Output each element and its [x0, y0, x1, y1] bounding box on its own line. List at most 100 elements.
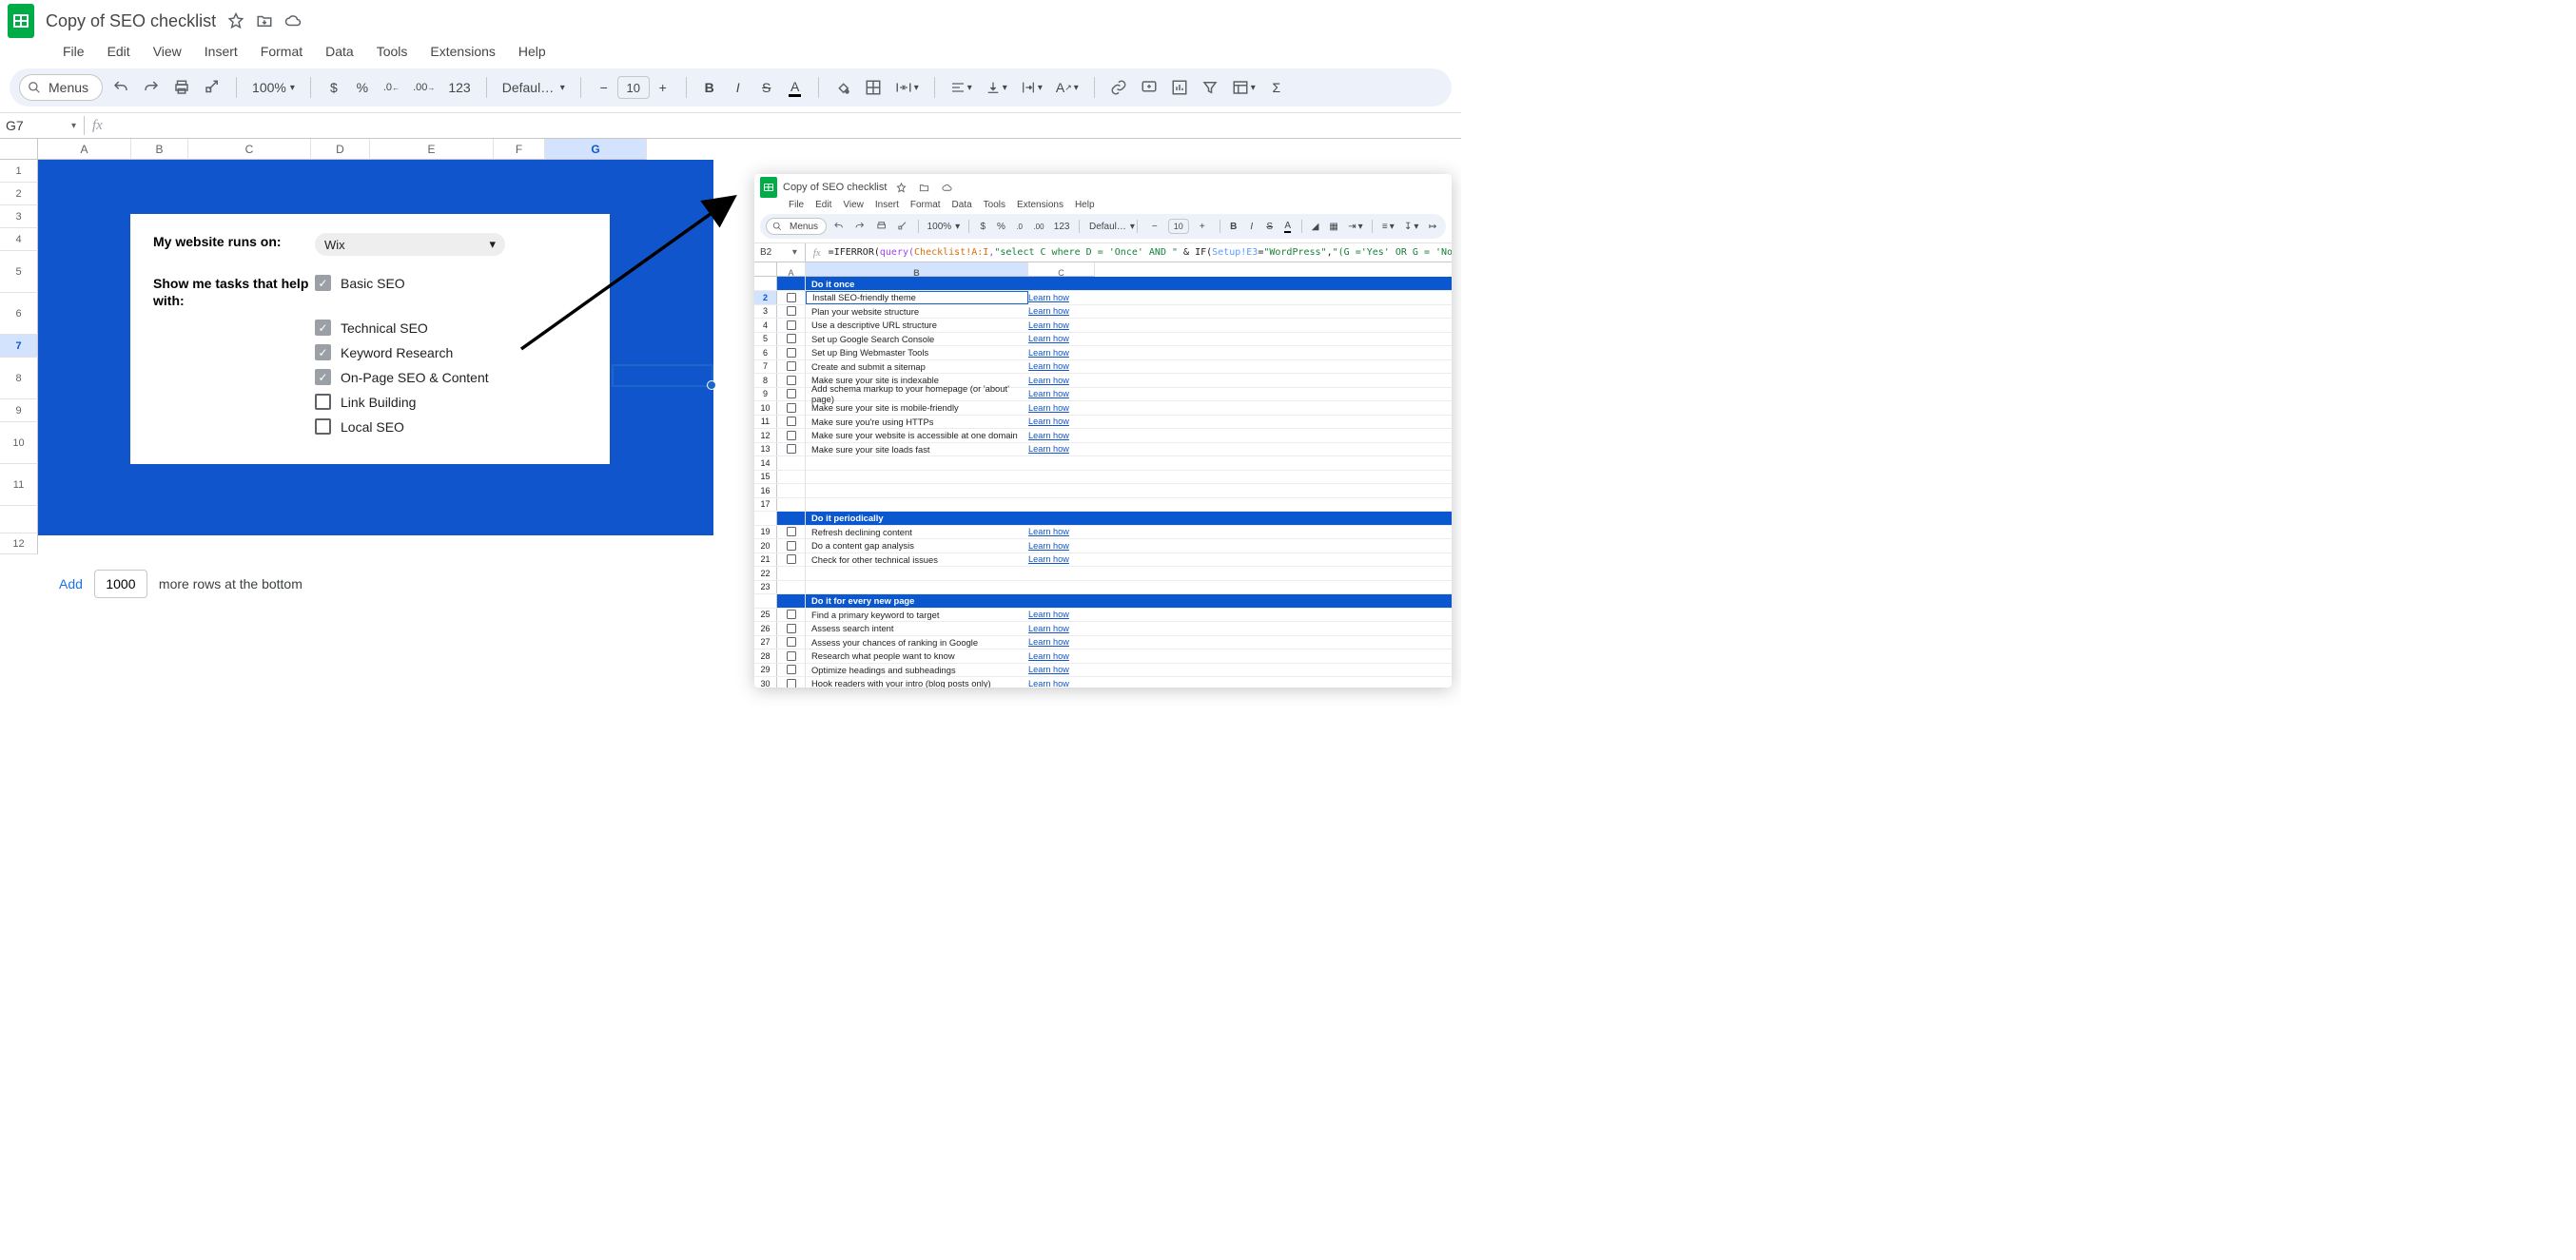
menu-help[interactable]: Help: [509, 38, 556, 65]
table-row: 16: [754, 484, 1452, 498]
col-header-D[interactable]: D: [311, 139, 370, 160]
row-header[interactable]: 1: [0, 160, 38, 183]
menu-data[interactable]: Data: [316, 38, 363, 65]
row-header[interactable]: 5: [0, 251, 38, 293]
menu-format[interactable]: Format: [251, 38, 312, 65]
increase-decimal-icon[interactable]: .00→: [409, 74, 439, 101]
strikethrough-icon[interactable]: S: [755, 74, 778, 101]
col-header-A[interactable]: A: [38, 139, 131, 160]
menus-search[interactable]: Menus: [19, 74, 103, 101]
menu-help: Help: [1069, 198, 1101, 212]
menu-extensions[interactable]: Extensions: [420, 38, 504, 65]
functions-icon[interactable]: Σ: [1265, 74, 1288, 101]
checkbox[interactable]: [315, 344, 331, 360]
filter-icon[interactable]: [1198, 74, 1222, 101]
row-header[interactable]: 8: [0, 358, 38, 399]
add-rows-count[interactable]: [94, 570, 147, 598]
learn-how-link: Learn how: [1028, 417, 1069, 426]
checkbox[interactable]: [315, 275, 331, 291]
menu-format: Format: [905, 198, 946, 212]
doc-title[interactable]: Copy of SEO checklist: [46, 11, 216, 31]
learn-how-link: Learn how: [1028, 651, 1069, 661]
menu-view[interactable]: View: [144, 38, 191, 65]
sheets-logo[interactable]: [8, 4, 34, 38]
italic-icon[interactable]: I: [727, 74, 750, 101]
fill-color-icon: ◢: [1308, 217, 1323, 236]
text-color-icon[interactable]: A: [784, 74, 807, 101]
table-row: 17: [754, 498, 1452, 513]
col-header-E[interactable]: E: [370, 139, 494, 160]
table-row: 15: [754, 471, 1452, 485]
zoom-dropdown: 100%▾: [924, 217, 963, 236]
cloud-status-icon[interactable]: [284, 12, 302, 29]
menu-insert[interactable]: Insert: [195, 38, 247, 65]
print-icon[interactable]: [169, 74, 194, 101]
checkbox[interactable]: [315, 320, 331, 336]
row-header[interactable]: 2: [0, 183, 38, 205]
row-header[interactable]: [0, 506, 38, 533]
row-header[interactable]: 7: [0, 335, 38, 358]
menu-data: Data: [946, 198, 978, 212]
table-row: 13Make sure your site loads fastLearn ho…: [754, 443, 1452, 457]
checkbox: [787, 361, 796, 371]
zoom-dropdown[interactable]: 100%▾: [248, 74, 299, 101]
col-header-B[interactable]: B: [131, 139, 188, 160]
menu-tools[interactable]: Tools: [367, 38, 418, 65]
merge-cells-icon[interactable]: ▾: [891, 74, 923, 101]
decrease-decimal-icon[interactable]: .0←: [380, 74, 403, 101]
menu-edit[interactable]: Edit: [98, 38, 140, 65]
table-row: 5Set up Google Search ConsoleLearn how: [754, 333, 1452, 347]
checkbox[interactable]: [315, 418, 331, 435]
checkbox: [787, 444, 796, 454]
learn-how-link: Learn how: [1028, 665, 1069, 674]
tasks-label: Show me tasks that help with:: [153, 275, 315, 435]
row-header[interactable]: 11: [0, 464, 38, 506]
move-to-folder-icon[interactable]: [256, 12, 273, 29]
more-formats-icon[interactable]: 123: [444, 74, 474, 101]
row-header[interactable]: 3: [0, 205, 38, 228]
platform-dropdown[interactable]: Wix ▾: [315, 233, 505, 256]
row-header[interactable]: 10: [0, 422, 38, 464]
learn-how-link: Learn how: [1028, 320, 1069, 330]
percent-icon[interactable]: %: [351, 74, 374, 101]
learn-how-link: Learn how: [1028, 348, 1069, 358]
checkbox[interactable]: [315, 369, 331, 385]
bold-icon[interactable]: B: [698, 74, 721, 101]
redo-icon[interactable]: [139, 74, 164, 101]
font-dropdown[interactable]: Defaul…▾: [498, 74, 569, 101]
col-header-C[interactable]: C: [188, 139, 311, 160]
increase-font-icon[interactable]: +: [652, 76, 674, 99]
row-header[interactable]: 4: [0, 228, 38, 251]
checkbox[interactable]: [315, 394, 331, 410]
font-size-value[interactable]: 10: [617, 76, 650, 99]
add-rows-link[interactable]: Add: [59, 576, 83, 591]
borders-icon[interactable]: [861, 74, 886, 101]
col-header-F[interactable]: F: [494, 139, 545, 160]
paint-format-icon[interactable]: [200, 74, 224, 101]
fill-color-icon[interactable]: [830, 74, 855, 101]
horizontal-align-icon[interactable]: ▾: [946, 74, 976, 101]
insert-comment-icon[interactable]: [1137, 74, 1161, 101]
vertical-align-icon[interactable]: ▾: [982, 74, 1011, 101]
checkbox: [787, 417, 796, 426]
row-header[interactable]: 6: [0, 293, 38, 335]
text-rotation-icon[interactable]: A↗▾: [1052, 74, 1083, 101]
table-views-icon[interactable]: ▾: [1228, 74, 1259, 101]
select-all-corner[interactable]: [0, 139, 38, 160]
table-row: 23: [754, 581, 1452, 595]
learn-how-link: Learn how: [1028, 403, 1069, 413]
insert-chart-icon[interactable]: [1167, 74, 1192, 101]
col-header-G[interactable]: G: [545, 139, 647, 160]
name-box[interactable]: G7▾: [0, 118, 84, 133]
learn-how-link: Learn how: [1028, 679, 1069, 688]
menu-file[interactable]: File: [53, 38, 94, 65]
insert-link-icon[interactable]: [1106, 74, 1131, 101]
row-header[interactable]: 12: [0, 533, 38, 554]
star-icon[interactable]: [227, 12, 244, 29]
row-header[interactable]: 9: [0, 399, 38, 422]
undo-icon[interactable]: [108, 74, 133, 101]
text-wrap-icon[interactable]: ▾: [1017, 74, 1046, 101]
currency-icon[interactable]: $: [322, 74, 345, 101]
decrease-font-icon[interactable]: −: [593, 76, 615, 99]
table-row: 11Make sure you're using HTTPsLearn how: [754, 416, 1452, 430]
